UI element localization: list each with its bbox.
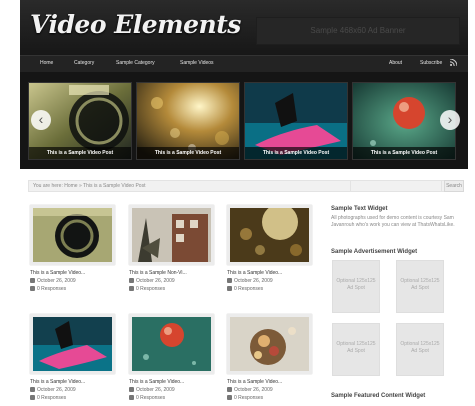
slider-prev-arrow[interactable]: ‹ <box>31 110 51 130</box>
slide-3-caption: This is a Sample Video Post <box>245 147 347 159</box>
post-card: This is a Sample Non-Vi... October 26, 2… <box>129 205 214 292</box>
post-thumbnail[interactable] <box>30 314 115 374</box>
main-nav: Home Category Sample Category Sample Vid… <box>20 55 468 72</box>
nav-item-sample-category[interactable]: Sample Category <box>116 60 155 66</box>
slide-1-caption: This is a Sample Video Post <box>29 147 131 159</box>
post-title[interactable]: This is a Sample Non-Vi... <box>129 270 214 276</box>
main-content: You are here: Home » This is a Sample Vi… <box>20 169 468 406</box>
post-title[interactable]: This is a Sample Video... <box>227 270 312 276</box>
calendar-icon <box>227 278 232 283</box>
slide-3[interactable]: This is a Sample Video Post <box>244 82 348 160</box>
post-responses[interactable]: 0 Responses <box>30 286 115 292</box>
nav-item-category[interactable]: Category <box>74 60 94 66</box>
post-date: October 26, 2009 <box>30 278 115 284</box>
post-responses[interactable]: 0 Responses <box>129 286 214 292</box>
slide-2-caption: This is a Sample Video Post <box>137 147 239 159</box>
post-thumbnail[interactable] <box>227 205 312 265</box>
post-1-image <box>33 208 112 262</box>
calendar-icon <box>129 278 134 283</box>
slider-next-arrow[interactable]: › <box>440 110 460 130</box>
header-ad-banner: Sample 468x60 Ad Banner <box>256 17 460 45</box>
nav-item-about[interactable]: About <box>389 60 402 66</box>
post-responses[interactable]: 0 Responses <box>129 395 214 401</box>
post-card: This is a Sample Video... October 26, 20… <box>227 205 312 292</box>
post-6-image <box>230 317 309 371</box>
nav-item-subscribe[interactable]: Subscribe <box>420 60 442 66</box>
calendar-icon <box>30 278 35 283</box>
post-date: October 26, 2009 <box>227 278 312 284</box>
comment-icon <box>227 286 232 291</box>
text-widget-title: Sample Text Widget <box>331 206 388 212</box>
comment-icon <box>129 395 134 400</box>
post-card: This is a Sample Video... October 26, 20… <box>30 314 115 401</box>
post-5-image <box>132 317 211 371</box>
post-date: October 26, 2009 <box>129 387 214 393</box>
post-card: This is a Sample Video... October 26, 20… <box>30 205 115 292</box>
post-responses[interactable]: 0 Responses <box>30 395 115 401</box>
post-thumbnail[interactable] <box>30 205 115 265</box>
post-responses[interactable]: 0 Responses <box>227 286 312 292</box>
post-thumbnail[interactable] <box>227 314 312 374</box>
ad-spot-3[interactable]: Optional 125x125 Ad Spot <box>332 323 380 376</box>
nav-item-sample-videos[interactable]: Sample Videos <box>180 60 214 66</box>
post-4-image <box>33 317 112 371</box>
text-widget-body: All photographs used for demo content is… <box>331 215 455 228</box>
featured-widget-title: Sample Featured Content Widget <box>331 393 426 399</box>
featured-slider: This is a Sample Video Post This is a Sa… <box>20 72 468 169</box>
calendar-icon <box>30 387 35 392</box>
post-date: October 26, 2009 <box>129 278 214 284</box>
post-card: This is a Sample Video... October 26, 20… <box>227 314 312 401</box>
nav-item-home[interactable]: Home <box>40 60 53 66</box>
post-date: October 26, 2009 <box>30 387 115 393</box>
site-header: Video Elements Sample 468x60 Ad Banner <box>20 0 468 55</box>
slide-2[interactable]: This is a Sample Video Post <box>136 82 240 160</box>
post-title[interactable]: This is a Sample Video... <box>30 379 115 385</box>
calendar-icon <box>227 387 232 392</box>
comment-icon <box>227 395 232 400</box>
post-responses[interactable]: 0 Responses <box>227 395 312 401</box>
site-logo[interactable]: Video Elements <box>30 10 241 39</box>
ad-spot-4[interactable]: Optional 125x125 Ad Spot <box>396 323 444 376</box>
ad-spot-1[interactable]: Optional 125x125 Ad Spot <box>332 260 380 313</box>
ad-spot-2[interactable]: Optional 125x125 Ad Spot <box>396 260 444 313</box>
post-title[interactable]: This is a Sample Video... <box>227 379 312 385</box>
post-title[interactable]: This is a Sample Video... <box>30 270 115 276</box>
post-thumbnail[interactable] <box>129 205 214 265</box>
ad-widget-title: Sample Advertisement Widget <box>331 249 418 255</box>
search-button[interactable]: Search <box>444 180 464 192</box>
comment-icon <box>30 395 35 400</box>
post-3-image <box>230 208 309 262</box>
post-card: This is a Sample Video... October 26, 20… <box>129 314 214 401</box>
post-date: October 26, 2009 <box>227 387 312 393</box>
post-title[interactable]: This is a Sample Video... <box>129 379 214 385</box>
calendar-icon <box>129 387 134 392</box>
post-2-image <box>132 208 211 262</box>
rss-icon[interactable] <box>450 59 457 66</box>
comment-icon <box>30 286 35 291</box>
search-input[interactable] <box>350 180 442 192</box>
comment-icon <box>129 286 134 291</box>
slide-4-caption: This is a Sample Video Post <box>353 147 455 159</box>
post-thumbnail[interactable] <box>129 314 214 374</box>
